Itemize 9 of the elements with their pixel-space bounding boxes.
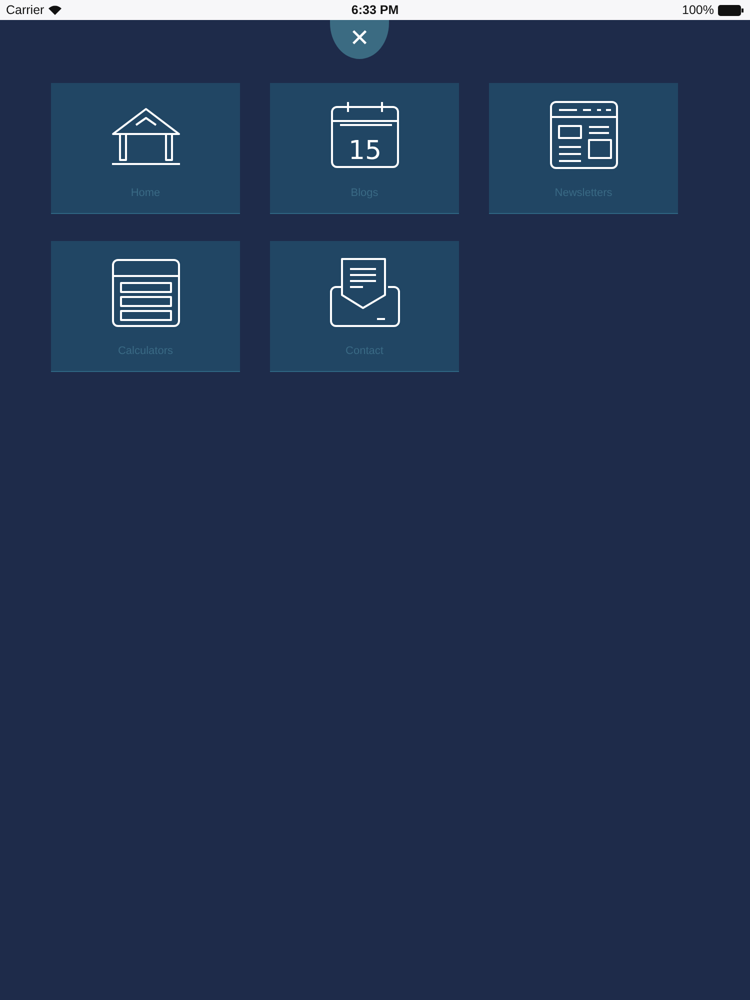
carrier-text: Carrier	[6, 3, 44, 17]
status-time: 6:33 PM	[351, 3, 399, 17]
battery-percent: 100%	[682, 3, 714, 17]
envelope-icon	[330, 258, 400, 328]
wifi-icon	[48, 5, 62, 15]
battery-icon	[718, 4, 744, 16]
close-button[interactable]: ✕	[330, 20, 389, 59]
calculator-icon	[110, 258, 180, 328]
newspaper-icon	[548, 100, 618, 170]
